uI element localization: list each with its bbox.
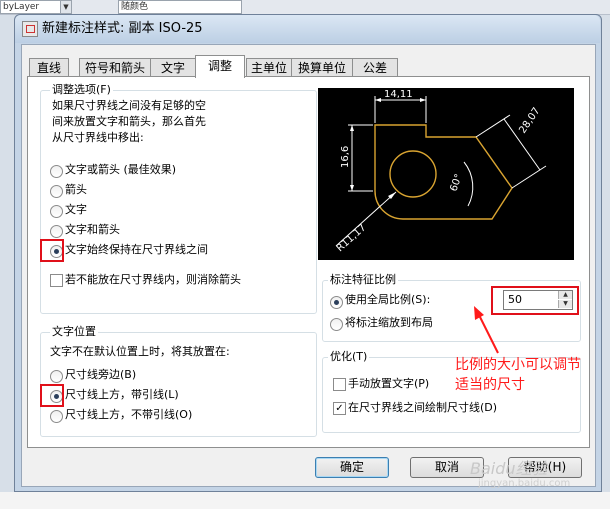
- radio-beside-dim-line[interactable]: [50, 370, 63, 383]
- radio-text-and-arrows-label: 文字和箭头: [65, 223, 120, 236]
- text-placement-title: 文字位置: [50, 325, 98, 339]
- bottom-strip: [0, 492, 610, 509]
- scale-features-title: 标注特征比例: [328, 273, 398, 287]
- window-title: 新建标注样式: 副本 ISO-25: [42, 21, 203, 36]
- radio-scale-to-layout[interactable]: [330, 318, 343, 331]
- radio-always-keep-text-between-label: 文字始终保持在尺寸界线之间: [65, 243, 208, 256]
- tab-symbols-arrows[interactable]: 符号和箭头: [79, 58, 151, 77]
- preview-arrowheads: [350, 98, 426, 199]
- watermark-url: jingyan.baidu.com: [478, 478, 571, 489]
- fine-tuning-title: 优化(T): [328, 350, 370, 364]
- preview-dim-lines: [335, 96, 547, 247]
- ok-button[interactable]: 确定: [315, 457, 389, 478]
- tab-text[interactable]: 文字: [150, 58, 196, 77]
- radio-text-or-arrows[interactable]: [50, 165, 63, 178]
- layer-combo[interactable]: byLayer ▼: [0, 0, 72, 14]
- tab-primary-units[interactable]: 主单位: [246, 58, 292, 77]
- annotation-line1: 比例的大小可以调节: [455, 357, 581, 373]
- fit-options-title: 调整选项(F): [50, 83, 113, 97]
- radio-text-and-arrows[interactable]: [50, 225, 63, 238]
- place-text-manually-label: 手动放置文字(P): [348, 377, 430, 390]
- radio-text-label: 文字: [65, 203, 87, 216]
- radio-over-dim-line-no-leader-label: 尺寸线上方，不带引线(O): [65, 408, 193, 421]
- highlight-box-text-placement-radio: [40, 384, 64, 407]
- preview-drawing: 14,11 16,6 28,07 60° R11,17: [335, 89, 547, 254]
- watermark-brand: Baidu经验: [470, 459, 548, 478]
- preview-dim-angle: 60°: [448, 173, 464, 193]
- tab-tolerances[interactable]: 公差: [352, 58, 398, 77]
- color-combo[interactable]: 随颜色: [118, 0, 242, 14]
- radio-text[interactable]: [50, 205, 63, 218]
- radio-use-overall-scale[interactable]: [330, 296, 343, 309]
- preview-dim-top: 14,11: [384, 89, 413, 100]
- layer-combo-value: byLayer: [3, 2, 40, 12]
- highlight-box-fit-radio: [40, 239, 64, 262]
- radio-scale-to-layout-label: 将标注缩放到布局: [345, 316, 433, 329]
- annotation-line2: 适当的尺寸: [455, 377, 525, 393]
- radio-beside-dim-line-label: 尺寸线旁边(B): [65, 368, 137, 381]
- annotation-arrow: [474, 306, 499, 354]
- draw-dim-line-between-checkbox[interactable]: ✓: [333, 402, 346, 415]
- preview-dim-radius: R11,17: [335, 222, 369, 254]
- suppress-arrows-label: 若不能放在尺寸界线内，则消除箭头: [65, 273, 241, 286]
- preview-dim-diagonal: 28,07: [517, 106, 542, 136]
- radio-arrows-label: 箭头: [65, 183, 87, 196]
- fit-description-line1: 如果尺寸界线之间没有足够的空: [52, 99, 206, 112]
- text-placement-description: 文字不在默认位置上时，将其放置在:: [50, 345, 230, 358]
- preview-shape: [374, 124, 513, 220]
- fit-description-line2: 间来放置文字和箭头，那么首先: [52, 115, 206, 128]
- place-text-manually-checkbox[interactable]: [333, 378, 346, 391]
- app-icon: [22, 21, 38, 37]
- suppress-arrows-checkbox[interactable]: [50, 274, 63, 287]
- chevron-down-icon: ▼: [60, 1, 71, 13]
- color-combo-value: 随颜色: [121, 2, 149, 12]
- radio-arrows[interactable]: [50, 185, 63, 198]
- preview-pane: 14,11 16,6 28,07 60° R11,17: [318, 88, 574, 260]
- radio-over-dim-line-no-leader[interactable]: [50, 410, 63, 423]
- tab-lines[interactable]: 直线: [29, 58, 69, 77]
- background-toolbar: [0, 0, 610, 15]
- radio-over-dim-line-with-leader-label: 尺寸线上方，带引线(L): [65, 388, 179, 401]
- radio-use-overall-scale-label: 使用全局比例(S):: [345, 293, 431, 306]
- fit-description-line3: 从尺寸界线中移出:: [52, 131, 144, 144]
- draw-dim-line-between-label: 在尺寸界线之间绘制尺寸线(D): [348, 401, 498, 414]
- preview-dim-left: 16,6: [340, 146, 351, 168]
- tab-fit[interactable]: 调整: [195, 55, 245, 78]
- radio-text-or-arrows-label: 文字或箭头 (最佳效果): [65, 163, 177, 176]
- tab-alternate-units[interactable]: 换算单位: [291, 58, 353, 77]
